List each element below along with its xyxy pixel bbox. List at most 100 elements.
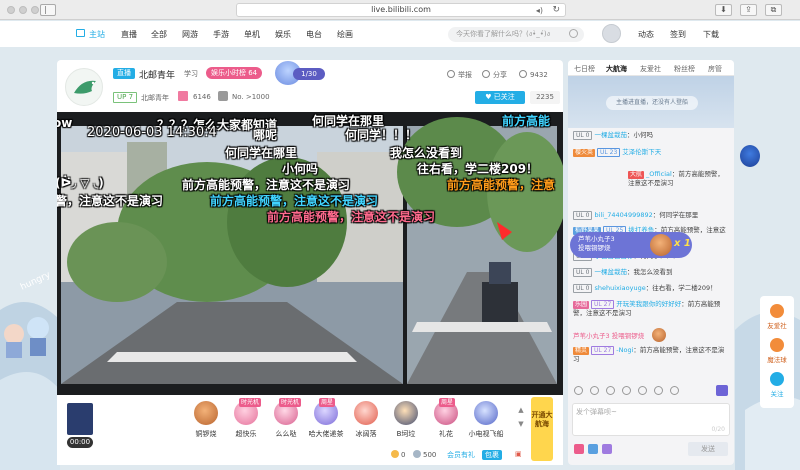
danmaku-comment: 往右看，学二楼209！ <box>417 162 539 176</box>
reload-icon[interactable]: ↻ <box>552 4 560 16</box>
block-icon[interactable] <box>622 386 631 395</box>
minimize-window-button[interactable] <box>19 6 27 14</box>
gold-balance: 0 <box>391 450 405 459</box>
gold-coin-icon <box>391 450 399 458</box>
nav-item-entertainment[interactable]: 娱乐 <box>275 29 291 40</box>
nav-item-download[interactable]: 下载 <box>703 29 719 40</box>
open-guard-button[interactable]: 开通大航海 <box>531 397 553 461</box>
eye-icon[interactable] <box>670 386 679 395</box>
window-controls[interactable] <box>7 6 39 14</box>
room-cover-thumbnail[interactable] <box>67 403 93 435</box>
fan-club-side-button[interactable]: 友爱社 <box>760 304 794 330</box>
nav-item-drawing[interactable]: 绘画 <box>337 29 353 40</box>
heart-icon <box>770 372 784 386</box>
gift-item[interactable]: 周星 哈大佬递茶 <box>307 398 345 439</box>
address-bar[interactable]: live.bilibili.com ◂) ↻ <box>236 3 566 17</box>
gift-item[interactable]: 小电视飞船 <box>467 401 505 439</box>
up-name[interactable]: 北邮青年 <box>141 93 169 103</box>
nav-item-checkin[interactable]: 签到 <box>670 29 686 40</box>
fan-club-icon <box>770 304 784 318</box>
nav-item-mobile-games[interactable]: 手游 <box>213 29 229 40</box>
nav-item-online-games[interactable]: 网游 <box>182 29 198 40</box>
side-action-panel: 友爱社 魔法球 关注 <box>760 296 794 408</box>
emoji-icon[interactable] <box>574 386 583 395</box>
chat-message-list[interactable]: UL 0 一棵盆栽茄：小何吗 樱火英 UL 23 艾泽伦斯下天 大航 _Official… <box>568 128 734 382</box>
download-icon[interactable]: ⬇ <box>715 4 732 16</box>
search-icon[interactable] <box>569 29 578 38</box>
tabs-overview-icon[interactable]: ⧉ <box>765 4 782 16</box>
gift-item[interactable]: 时光机 超快乐 <box>227 398 265 439</box>
clear-icon[interactable] <box>654 386 663 395</box>
ranking-text: No. >1000 <box>232 93 270 101</box>
nav-item-live[interactable]: 直播 <box>121 29 137 40</box>
search-placeholder: 今天你看了解什么吗？(ง•̀_•́)ง <box>456 30 551 38</box>
follow-side-button[interactable]: 关注 <box>760 372 794 398</box>
gift-effect-icon[interactable] <box>638 386 647 395</box>
chat-input-placeholder: 发个弹幕呗~ <box>576 408 617 416</box>
mascot-icon[interactable] <box>740 145 760 167</box>
live-room-panel: 直播 北邮青年 学习 娱乐小时榜 64 1/30 UP 7 北邮青年 6146 … <box>57 60 563 465</box>
danmaku-comment: 小何吗 <box>282 162 319 176</box>
store-link[interactable]: 会员有礼 <box>447 450 475 460</box>
gift-item[interactable]: 时光机 么么哒 <box>267 398 305 439</box>
gift-item[interactable]: 铜锣烧 <box>187 401 225 439</box>
tab-guard[interactable]: 大航海 <box>606 64 627 74</box>
nav-item-single-player[interactable]: 单机 <box>244 29 260 40</box>
danmaku-comment: ow <box>57 116 73 130</box>
sidebar-toggle-icon[interactable] <box>40 4 56 16</box>
room-category[interactable]: 学习 <box>184 69 198 79</box>
guard-badge-icon[interactable] <box>716 385 728 396</box>
search-input[interactable]: 今天你看了解什么吗？(ง•̀_•́)ง <box>448 27 584 42</box>
settings-icon[interactable] <box>606 386 615 395</box>
chat-message: 樱火英 UL 23 艾泽伦斯下天 <box>573 148 662 157</box>
chevron-up-icon[interactable]: ▲ <box>516 403 526 417</box>
gift-item[interactable]: B坷垃 <box>387 401 425 439</box>
chat-message: 精灵 UL 27 -Nogi：前方高能预警，注意这不是演习 <box>573 346 725 363</box>
lottery-icon[interactable] <box>588 444 598 454</box>
medal-icon[interactable] <box>574 444 584 454</box>
share-button[interactable]: 分享 <box>482 70 507 80</box>
chat-message: UL 0 bili_74404999892：何同学在那里 <box>573 211 728 220</box>
up-level-badge: UP 7 <box>113 92 138 103</box>
video-player[interactable]: ow ？？？怎么大家都知道 何同学在那里 前方高能 2020-06-03 14:… <box>57 112 563 395</box>
tab-moderators[interactable]: 房管 <box>708 64 722 74</box>
rank-progress: 1/30 <box>293 68 325 80</box>
close-window-button[interactable] <box>7 6 15 14</box>
send-button[interactable]: 发送 <box>688 442 728 456</box>
magic-ball-side-button[interactable]: 魔法球 <box>760 338 794 364</box>
red-packet-icon[interactable]: ▣ <box>515 450 522 458</box>
gift-item[interactable]: 冰阔落 <box>347 401 385 439</box>
magic-ball-icon <box>770 338 784 352</box>
nav-item-radio[interactable]: 电台 <box>306 29 322 40</box>
danmaku-comment: 前方高能预警，注意 <box>447 178 556 192</box>
tab-fan-rank[interactable]: 粉丝榜 <box>674 64 695 74</box>
chat-tabs: 七日榜 大航海 友爱社 粉丝榜 房管 <box>568 60 734 76</box>
nav-item-feed[interactable]: 动态 <box>638 29 654 40</box>
chevron-down-icon[interactable]: ▼ <box>516 417 526 431</box>
b-kela-icon <box>394 401 418 425</box>
zoom-window-button[interactable] <box>31 6 39 14</box>
share-icon[interactable]: ⇪ <box>740 4 757 16</box>
silver-coin-icon <box>413 450 421 458</box>
speaker-icon[interactable]: ◂) <box>536 5 543 17</box>
home-icon[interactable] <box>76 29 85 37</box>
report-button[interactable]: 举报 <box>447 70 472 80</box>
hourly-rank-badge[interactable]: 娱乐小时榜 64 <box>206 67 263 79</box>
stream-timer: 00:00 <box>67 437 93 448</box>
share-icon <box>482 70 490 78</box>
gift-item[interactable]: 周星 礼花 <box>427 398 465 439</box>
gift-scroll-arrows[interactable]: ▲ ▼ <box>516 403 526 431</box>
chat-message: 乐园 UL 27 开玩笑我跟你的好好好：前方高能预警，注意这不是演习 <box>573 300 721 317</box>
chat-footer: 发送 <box>568 440 734 460</box>
nav-item-main[interactable]: 主站 <box>89 29 105 40</box>
chat-input[interactable]: 发个弹幕呗~ 0/20 <box>572 403 730 436</box>
anchor-avatar[interactable] <box>65 68 103 106</box>
pack-button[interactable]: 包裹 <box>482 450 502 460</box>
follow-button[interactable]: ♥ 已关注 <box>475 91 525 104</box>
gift-box-icon[interactable] <box>602 444 612 454</box>
tab-fan-club[interactable]: 友爱社 <box>640 64 661 74</box>
tab-seven-day-rank[interactable]: 七日榜 <box>574 64 595 74</box>
nav-item-all[interactable]: 全部 <box>151 29 167 40</box>
user-avatar[interactable] <box>602 24 621 43</box>
palette-icon[interactable] <box>590 386 599 395</box>
